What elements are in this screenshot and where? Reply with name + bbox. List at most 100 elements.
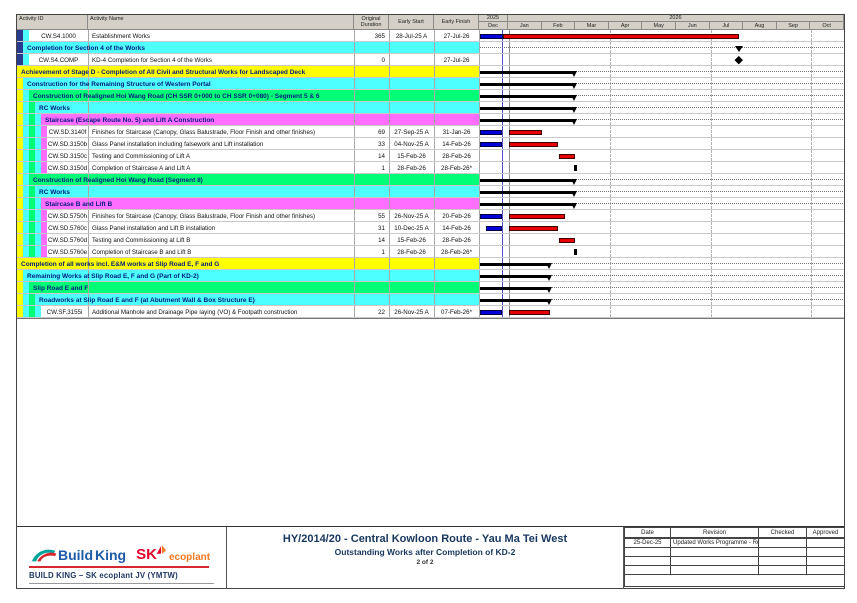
gantt-row-area <box>480 102 844 113</box>
column-gridline <box>389 114 390 125</box>
band-label: Staircase (Escape Route No. 5) and Lift … <box>45 117 214 124</box>
joint-venture-name: BUILD KING – SK ecoplant JV (YMTW) <box>29 571 219 580</box>
column-header: Activity Name <box>88 15 354 30</box>
timescale-month: May <box>642 22 676 30</box>
data-date-line <box>502 162 503 173</box>
original-duration: 0 <box>354 57 385 64</box>
band-background <box>29 282 479 293</box>
indent-stripe <box>35 114 41 125</box>
activity-id: CW.SD.3140f <box>47 129 88 136</box>
quarter-gridline <box>711 138 712 149</box>
quarter-gridline <box>610 138 611 149</box>
column-gridline <box>354 114 355 125</box>
gantt-row-area <box>480 138 844 149</box>
activity-row: CW.SD.3150dCompletion of Staircase A and… <box>17 162 844 174</box>
gantt-row-area <box>480 162 844 173</box>
timescale-month: Sep <box>777 22 811 30</box>
column-gridline <box>434 78 435 89</box>
band-label: Staircase B and Lift B <box>45 201 112 208</box>
gantt-row-area <box>480 150 844 161</box>
quarter-gridline <box>711 210 712 221</box>
revision-footer-row <box>624 574 845 587</box>
logo-divider-rule <box>29 566 209 568</box>
milestone-diamond <box>735 56 743 64</box>
page: Activity IDActivity NameOriginal Duratio… <box>0 0 857 603</box>
early-finish: 31-Jan-26 <box>434 129 479 136</box>
gantt-row-area <box>480 186 844 197</box>
build-king-logo: Build <box>58 547 93 563</box>
group-band-row: RC Works <box>17 186 844 198</box>
column-gridline <box>88 30 89 41</box>
quarter-gridline <box>610 210 611 221</box>
quarter-gridline <box>610 162 611 173</box>
activity-id: CW.SD.5760e <box>47 249 88 256</box>
bar-summary <box>480 299 550 302</box>
group-band-row: Staircase (Escape Route No. 5) and Lift … <box>17 114 844 126</box>
early-start: 15-Feb-26 <box>389 237 434 244</box>
original-duration: 33 <box>354 141 385 148</box>
summary-end-arrow <box>546 299 552 305</box>
group-band-row: Completion of all works incl. E&M works … <box>17 258 844 270</box>
completion-tick <box>574 165 577 171</box>
schedule-header: Activity IDActivity NameOriginal Duratio… <box>17 15 844 30</box>
column-gridline <box>88 222 89 233</box>
column-gridline <box>88 234 89 245</box>
band-label: Construction for the Remaining Structure… <box>27 81 211 88</box>
bar-summary <box>480 263 550 266</box>
column-gridline <box>389 102 390 113</box>
indent-stripe <box>29 294 35 305</box>
data-date-line <box>502 210 503 221</box>
quarter-gridline <box>509 246 510 257</box>
group-band-row: Staircase B and Lift B <box>17 198 844 210</box>
indent-stripe <box>29 186 35 197</box>
bar-remaining <box>509 142 558 147</box>
activity-row: CW.SD.3140f Finishes for Staircase (Canop… <box>17 126 844 138</box>
gantt-row-area <box>480 198 844 209</box>
activity-row: CW.SD.5760dTesting and Commissioning at … <box>17 234 844 246</box>
schedule-rows: CW.S4.1000Establishment Works36528-Jul-2… <box>17 30 844 318</box>
early-start: 04-Nov-25 A <box>389 141 434 148</box>
column-gridline <box>354 186 355 197</box>
early-finish: 28-Feb-26* <box>434 249 479 256</box>
data-date-line <box>502 246 503 257</box>
early-start: 27-Sep-25 A <box>389 129 434 136</box>
bar-remaining <box>509 226 558 231</box>
early-start: 28-Jul-25 A <box>389 33 434 40</box>
timescale-month: Jul <box>710 22 744 30</box>
early-finish: 28-Feb-26 <box>434 237 479 244</box>
column-gridline <box>434 42 435 53</box>
page-number: 2 of 2 <box>227 559 623 566</box>
original-duration: 1 <box>354 249 385 256</box>
original-duration: 1 <box>354 165 385 172</box>
bar-summary <box>480 287 550 290</box>
quarter-gridline <box>610 54 611 65</box>
activity-id: CW.SD.5750h <box>47 213 88 220</box>
activity-name: Finishes for Staircase (Canopy, Glass Ba… <box>92 129 350 136</box>
timescale-year: 2025 <box>479 15 508 22</box>
bar-remaining <box>503 34 739 39</box>
early-finish: 28-Feb-26 <box>434 153 479 160</box>
band-background <box>35 102 479 113</box>
summary-end-arrow <box>571 95 577 101</box>
gantt-row-area <box>480 210 844 221</box>
column-gridline <box>434 90 435 101</box>
data-date-line <box>502 138 503 149</box>
gantt-row-area <box>480 174 844 185</box>
timescale-month: Dec <box>479 22 508 30</box>
indent-stripe <box>23 174 29 185</box>
gantt-row-area <box>480 30 844 41</box>
early-finish: 28-Feb-26* <box>434 165 479 172</box>
quarter-gridline <box>509 234 510 245</box>
contractor-logo-cell: BuildKing SK ecoplant BUILD KING – SK ec… <box>17 527 227 589</box>
activity-name: Establishment Works <box>92 33 350 40</box>
activity-id: CW.S4.1000 <box>29 33 88 40</box>
activity-id: CW.S4.COMP <box>29 57 88 64</box>
column-gridline <box>434 66 435 77</box>
build-king-swoosh-icon <box>31 546 57 563</box>
timescale-month: Jan <box>508 22 542 30</box>
quarter-gridline <box>711 150 712 161</box>
quarter-gridline <box>610 234 611 245</box>
quarter-gridline <box>610 306 611 317</box>
activity-id: CW.SD.5760d <box>47 237 88 244</box>
early-finish: 20-Feb-26 <box>434 213 479 220</box>
